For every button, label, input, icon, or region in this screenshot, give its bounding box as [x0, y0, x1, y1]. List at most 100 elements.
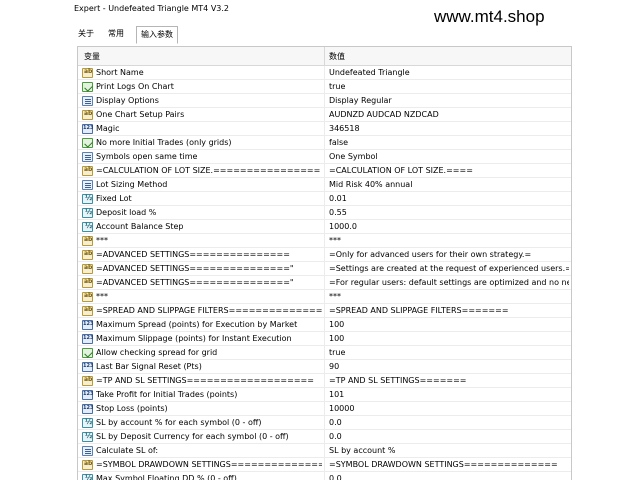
watermark-text: www.mt4.shop — [434, 7, 545, 26]
column-divider — [324, 192, 325, 206]
param-name: =SYMBOL DRAWDOWN SETTINGS=============== — [96, 460, 322, 469]
table-row[interactable]: One Chart Setup Pairs AUDNZD AUDCAD NZDCA… — [78, 108, 571, 122]
table-row[interactable]: Display Options Display Regular — [78, 94, 571, 108]
table-row[interactable]: Short Name Undefeated Triangle — [78, 66, 571, 80]
table-row[interactable]: =CALCULATION OF LOT SIZE.===============… — [78, 164, 571, 178]
column-divider — [324, 234, 325, 248]
param-value[interactable]: Undefeated Triangle — [329, 68, 569, 77]
column-divider — [324, 108, 325, 122]
param-value[interactable]: =TP AND SL SETTINGS======= — [329, 376, 569, 385]
column-divider — [324, 444, 325, 458]
param-type-ab-icon — [82, 236, 93, 246]
param-value[interactable]: 100 — [329, 334, 569, 343]
table-row[interactable]: Symbols open same time One Symbol — [78, 150, 571, 164]
table-row[interactable]: Max Symbol Floating DD % (0 - off) 0.0 — [78, 472, 571, 480]
param-value[interactable]: *** — [329, 236, 569, 245]
table-row[interactable]: Calculate SL of: SL by account % — [78, 444, 571, 458]
param-value[interactable]: 10000 — [329, 404, 569, 413]
param-value[interactable]: 0.01 — [329, 194, 569, 203]
table-row[interactable]: Magic 346518 — [78, 122, 571, 136]
table-row[interactable]: No more Initial Trades (only grids) false — [78, 136, 571, 150]
column-divider — [324, 360, 325, 374]
table-row[interactable]: Stop Loss (points) 10000 — [78, 402, 571, 416]
param-value[interactable]: 0.0 — [329, 474, 569, 480]
column-divider — [324, 276, 325, 290]
param-value[interactable]: 346518 — [329, 124, 569, 133]
param-name: SL by account % for each symbol (0 - off… — [96, 418, 262, 427]
table-row[interactable]: Account Balance Step 1000.0 — [78, 220, 571, 234]
param-name: =ADVANCED SETTINGS===============" — [96, 264, 294, 273]
table-row[interactable]: SL by Deposit Currency for each symbol (… — [78, 430, 571, 444]
column-divider — [324, 318, 325, 332]
param-value[interactable]: One Symbol — [329, 152, 569, 161]
param-value[interactable]: 0.55 — [329, 208, 569, 217]
param-value[interactable]: Display Regular — [329, 96, 569, 105]
param-value[interactable]: AUDNZD AUDCAD NZDCAD — [329, 110, 569, 119]
param-type-enm-icon — [82, 446, 93, 456]
column-divider — [324, 164, 325, 178]
table-row[interactable]: Lot Sizing Method Mid Risk 40% annual — [78, 178, 571, 192]
param-value[interactable]: true — [329, 82, 569, 91]
table-row[interactable]: *** *** — [78, 234, 571, 248]
table-row[interactable]: =TP AND SL SETTINGS=================== =T… — [78, 374, 571, 388]
param-type-ab-icon — [82, 110, 93, 120]
param-value[interactable]: Mid Risk 40% annual — [329, 180, 569, 189]
param-value[interactable]: =SYMBOL DRAWDOWN SETTINGS============== — [329, 460, 569, 469]
param-name: Deposit load % — [96, 208, 157, 217]
param-name: =SPREAD AND SLIPPAGE FILTERS============… — [96, 306, 322, 315]
table-row[interactable]: =ADVANCED SETTINGS=============== =Only f… — [78, 248, 571, 262]
param-value[interactable]: 90 — [329, 362, 569, 371]
param-value[interactable]: 0.0 — [329, 418, 569, 427]
table-row[interactable]: =ADVANCED SETTINGS===============" =Setti… — [78, 262, 571, 276]
table-row[interactable]: *** *** — [78, 290, 571, 304]
param-name: Last Bar Signal Reset (Pts) — [96, 362, 202, 371]
param-value[interactable]: =CALCULATION OF LOT SIZE.==== — [329, 166, 569, 175]
table-row[interactable]: Fixed Lot 0.01 — [78, 192, 571, 206]
header-value[interactable]: 数值 — [329, 51, 345, 62]
column-divider — [324, 178, 325, 192]
param-value[interactable]: =Settings are created at the request of … — [329, 264, 569, 273]
table-row[interactable]: Maximum Slippage (points) for Instant Ex… — [78, 332, 571, 346]
param-name: Print Logs On Chart — [96, 82, 174, 91]
header-variable[interactable]: 变量 — [84, 51, 100, 62]
column-divider — [324, 290, 325, 304]
param-value[interactable]: =Only for advanced users for their own s… — [329, 250, 569, 259]
param-value[interactable]: =SPREAD AND SLIPPAGE FILTERS======= — [329, 306, 569, 315]
param-type-ab-icon — [82, 68, 93, 78]
table-row[interactable]: =SYMBOL DRAWDOWN SETTINGS===============… — [78, 458, 571, 472]
column-divider — [324, 416, 325, 430]
param-value[interactable]: 100 — [329, 320, 569, 329]
param-value[interactable]: =For regular users: default settings are… — [329, 278, 569, 287]
param-name: Maximum Slippage (points) for Instant Ex… — [96, 334, 292, 343]
param-name: =ADVANCED SETTINGS=============== — [96, 250, 290, 259]
tab-input-parameters[interactable]: 输入参数 — [136, 26, 178, 44]
param-type-num-icon — [82, 362, 93, 372]
table-row[interactable]: Print Logs On Chart true — [78, 80, 571, 94]
column-divider — [324, 122, 325, 136]
table-row[interactable]: =SPREAD AND SLIPPAGE FILTERS============… — [78, 304, 571, 318]
tab-about[interactable]: 关于 — [74, 26, 98, 43]
param-type-num-icon — [82, 334, 93, 344]
table-row[interactable]: Maximum Spread (points) for Execution by… — [78, 318, 571, 332]
table-row[interactable]: Take Profit for Initial Trades (points) 1… — [78, 388, 571, 402]
param-type-enm-icon — [82, 96, 93, 106]
param-value[interactable]: *** — [329, 292, 569, 301]
param-name: Account Balance Step — [96, 222, 184, 231]
param-value[interactable]: 101 — [329, 390, 569, 399]
param-type-ab-icon — [82, 166, 93, 176]
param-name: Short Name — [96, 68, 144, 77]
param-name: Lot Sizing Method — [96, 180, 168, 189]
param-value[interactable]: SL by account % — [329, 446, 569, 455]
table-row[interactable]: SL by account % for each symbol (0 - off… — [78, 416, 571, 430]
table-row[interactable]: =ADVANCED SETTINGS===============" =For r… — [78, 276, 571, 290]
param-type-ab-icon — [82, 376, 93, 386]
tab-common[interactable]: 常用 — [104, 26, 128, 43]
table-row[interactable]: Last Bar Signal Reset (Pts) 90 — [78, 360, 571, 374]
param-value[interactable]: 0.0 — [329, 432, 569, 441]
table-row[interactable]: Deposit load % 0.55 — [78, 206, 571, 220]
param-value[interactable]: false — [329, 138, 569, 147]
param-value[interactable]: true — [329, 348, 569, 357]
param-name: *** — [96, 236, 108, 245]
param-value[interactable]: 1000.0 — [329, 222, 569, 231]
table-row[interactable]: Allow checking spread for grid true — [78, 346, 571, 360]
